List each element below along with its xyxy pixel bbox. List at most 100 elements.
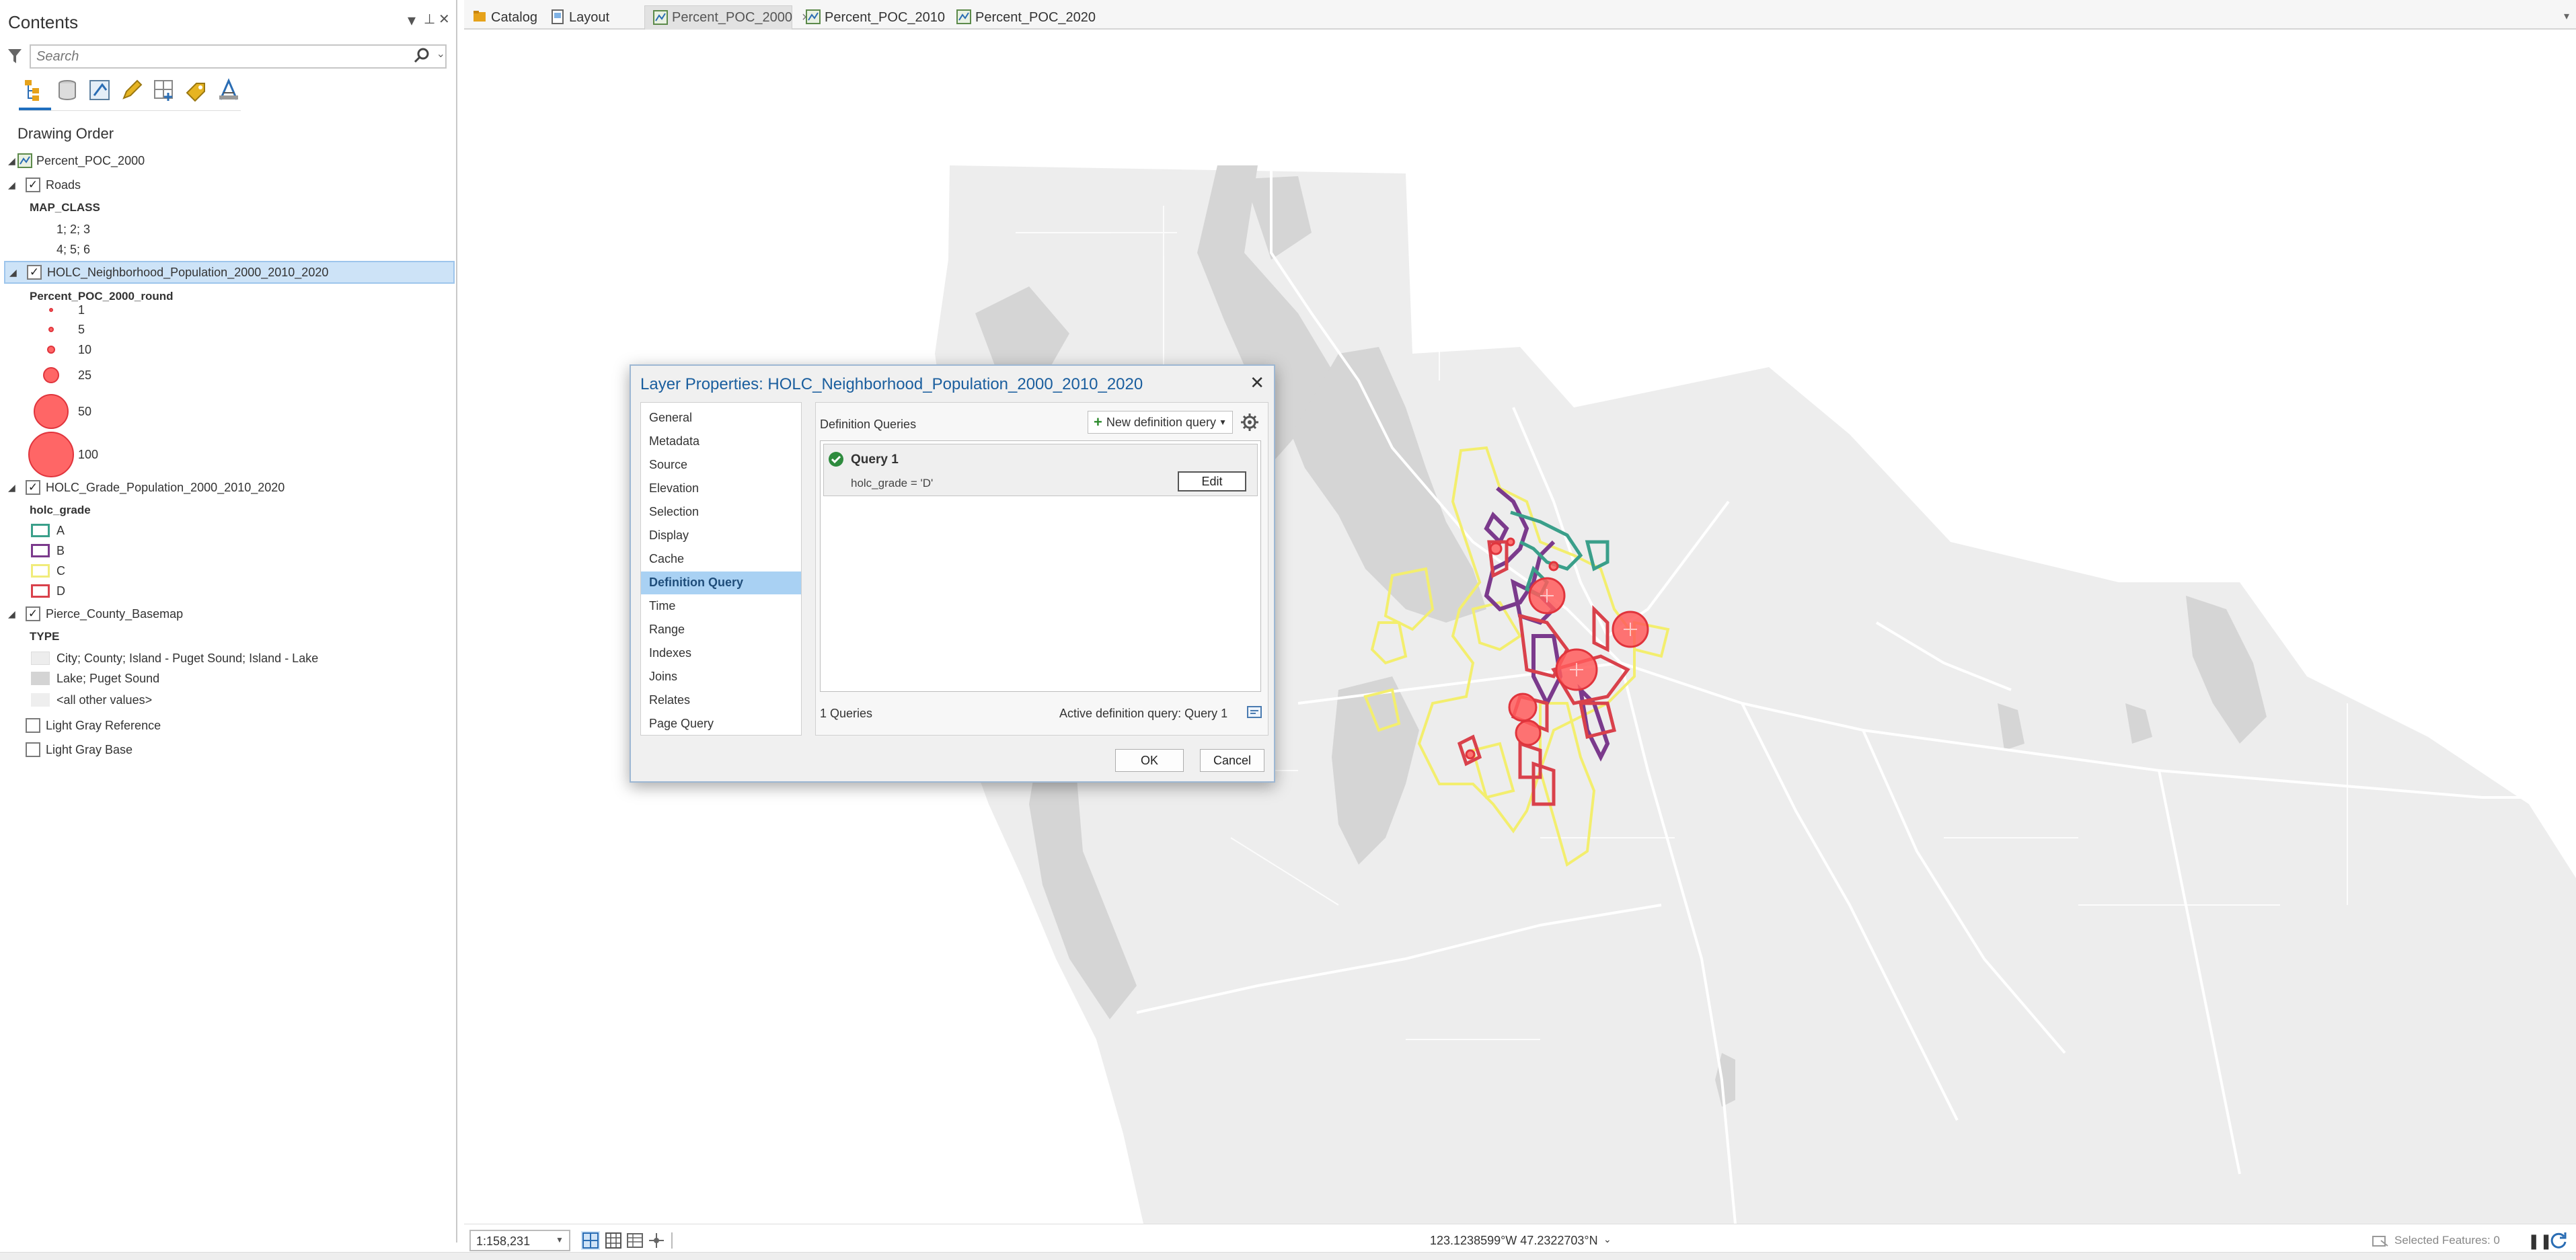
tab-percent-poc-2000[interactable]: Percent_POC_2000 × bbox=[644, 5, 810, 30]
tab-overflow-icon[interactable]: ▾ bbox=[2564, 9, 2569, 23]
coordinate-readout: 123.1238599°W 47.2322703°N bbox=[1430, 1234, 1598, 1247]
basemap-water-swatch bbox=[31, 672, 50, 685]
definition-query-panel: Definition Queries + New definition quer… bbox=[815, 402, 1268, 736]
list-by-snapping-icon[interactable] bbox=[149, 75, 179, 105]
layer-visibility-checkbox[interactable] bbox=[26, 742, 40, 757]
class-label: C bbox=[56, 563, 65, 578]
tab-percent-poc-2020[interactable]: Percent_POC_2020 bbox=[948, 5, 1096, 30]
nav-item-indexes[interactable]: Indexes bbox=[641, 642, 801, 665]
nav-item-source[interactable]: Source bbox=[641, 454, 801, 477]
query-expression: holc_grade = 'D' bbox=[851, 477, 934, 489]
navigate-icon[interactable] bbox=[647, 1231, 666, 1250]
class-label: D bbox=[56, 584, 65, 598]
refresh-icon[interactable] bbox=[2549, 1231, 2568, 1250]
poc-circle bbox=[1465, 749, 1476, 760]
collapse-icon[interactable]: ◢ bbox=[8, 482, 15, 494]
chevron-down-icon[interactable]: ▼ bbox=[556, 1235, 564, 1245]
close-icon[interactable]: ✕ bbox=[1250, 372, 1264, 393]
layer-visibility-checkbox[interactable]: ✓ bbox=[26, 606, 40, 621]
layer-visibility-checkbox[interactable]: ✓ bbox=[27, 265, 42, 280]
list-by-selection-icon[interactable] bbox=[85, 75, 114, 105]
nav-item-general[interactable]: General bbox=[641, 407, 801, 430]
new-definition-query-button[interactable]: + New definition query ▼ bbox=[1088, 411, 1233, 434]
chevron-down-icon[interactable]: ⌄ bbox=[1603, 1234, 1612, 1245]
layer-name: HOLC_Grade_Population_2000_2010_2020 bbox=[46, 480, 285, 494]
query-card[interactable]: Query 1 holc_grade = 'D' Edit bbox=[823, 444, 1258, 496]
sql-icon[interactable] bbox=[1246, 704, 1262, 720]
list-by-perspective-imagery-icon[interactable] bbox=[214, 75, 243, 105]
grid-icon[interactable] bbox=[604, 1231, 623, 1250]
nav-item-cache[interactable]: Cache bbox=[641, 548, 801, 571]
nav-item-page-query[interactable]: Page Query bbox=[641, 713, 801, 736]
legend-field-heading: holc_grade bbox=[0, 499, 456, 522]
legend-field-heading: Percent_POC_2000_round bbox=[0, 285, 456, 308]
layer-properties-dialog: Layer Properties: HOLC_Neighborhood_Popu… bbox=[630, 364, 1275, 783]
nav-item-time[interactable]: Time bbox=[641, 595, 801, 618]
collapse-icon[interactable]: ◢ bbox=[9, 267, 17, 278]
ok-button[interactable]: OK bbox=[1115, 749, 1184, 772]
search-icon[interactable] bbox=[413, 47, 430, 65]
legend-class-a: A bbox=[0, 519, 456, 542]
toolbar-divider bbox=[19, 110, 241, 111]
nav-item-display[interactable]: Display bbox=[641, 524, 801, 547]
list-by-drawing-order-icon[interactable] bbox=[20, 75, 50, 105]
nav-item-metadata[interactable]: Metadata bbox=[641, 430, 801, 453]
view-tab-bar: Catalog Layout Percent_POC_2000 × Percen… bbox=[464, 0, 2576, 30]
basemap-land-swatch bbox=[31, 652, 50, 665]
layer-light-gray-base[interactable]: Light Gray Base bbox=[0, 738, 456, 761]
search-options-icon[interactable]: ⌄ bbox=[437, 47, 445, 61]
cancel-button[interactable]: Cancel bbox=[1200, 749, 1264, 772]
nav-item-selection[interactable]: Selection bbox=[641, 501, 801, 524]
layer-roads[interactable]: ◢ ✓ Roads bbox=[0, 173, 456, 196]
legend-class: City; County; Island - Puget Sound; Isla… bbox=[0, 647, 456, 670]
legend-field-heading: TYPE bbox=[0, 625, 456, 648]
layer-holc-neighborhood[interactable]: ◢ ✓ HOLC_Neighborhood_Population_2000_20… bbox=[4, 261, 455, 284]
tab-label: Percent_POC_2010 bbox=[825, 9, 946, 25]
class-label: 4; 5; 6 bbox=[56, 242, 91, 256]
legend-class: Lake; Puget Sound bbox=[0, 667, 456, 690]
poc-circle-symbol bbox=[49, 308, 53, 312]
list-by-labeling-icon[interactable] bbox=[182, 75, 211, 105]
tab-label: Catalog bbox=[491, 9, 537, 25]
map-node[interactable]: ◢ Percent_POC_2000 bbox=[0, 149, 456, 172]
layer-name: Light Gray Base bbox=[46, 742, 133, 756]
map-view-icon[interactable] bbox=[581, 1231, 600, 1250]
list-by-source-icon[interactable] bbox=[52, 75, 82, 105]
auto-hide-icon[interactable]: ⊥ bbox=[424, 11, 435, 28]
basemap-other-swatch bbox=[31, 693, 50, 707]
poc-circle bbox=[1489, 542, 1503, 555]
chevron-down-icon[interactable]: ▼ bbox=[1219, 418, 1227, 427]
pane-options-icon[interactable]: ▾ bbox=[408, 11, 416, 30]
tab-layout[interactable]: Layout bbox=[542, 5, 616, 30]
selected-features-icon bbox=[2372, 1236, 2388, 1247]
layer-holc-grade[interactable]: ◢ ✓ HOLC_Grade_Population_2000_2010_2020 bbox=[0, 476, 456, 499]
nav-item-relates[interactable]: Relates bbox=[641, 689, 801, 712]
close-pane-icon[interactable]: ✕ bbox=[439, 11, 450, 28]
collapse-icon[interactable]: ◢ bbox=[8, 155, 15, 167]
selected-features-count[interactable]: Selected Features: 0 bbox=[2394, 1234, 2500, 1247]
layer-visibility-checkbox[interactable] bbox=[26, 718, 40, 733]
layer-visibility-checkbox[interactable]: ✓ bbox=[26, 480, 40, 495]
nav-item-range[interactable]: Range bbox=[641, 619, 801, 641]
collapse-icon[interactable]: ◢ bbox=[8, 180, 15, 191]
gear-icon[interactable] bbox=[1240, 412, 1260, 432]
collapse-icon[interactable]: ◢ bbox=[8, 608, 15, 620]
query-count: 1 Queries bbox=[820, 707, 873, 720]
filter-icon[interactable] bbox=[7, 47, 23, 66]
catalog-icon bbox=[473, 11, 486, 22]
layer-light-gray-reference[interactable]: Light Gray Reference bbox=[0, 714, 456, 737]
nav-item-elevation[interactable]: Elevation bbox=[641, 477, 801, 500]
layer-pierce-county-basemap[interactable]: ◢ ✓ Pierce_County_Basemap bbox=[0, 602, 456, 625]
search-input[interactable]: Search bbox=[30, 44, 447, 69]
tab-percent-poc-2010[interactable]: Percent_POC_2010 bbox=[798, 5, 945, 30]
nav-item-joins[interactable]: Joins bbox=[641, 666, 801, 688]
list-by-editing-icon[interactable] bbox=[117, 75, 147, 105]
table-icon[interactable] bbox=[626, 1231, 644, 1250]
legend-class: 1 bbox=[0, 303, 456, 317]
nav-item-definition-query[interactable]: Definition Query bbox=[641, 572, 801, 594]
poc-circle-symbol bbox=[28, 432, 74, 477]
layer-visibility-checkbox[interactable]: ✓ bbox=[26, 178, 40, 192]
tab-label: Percent_POC_2020 bbox=[975, 9, 1096, 25]
tab-catalog[interactable]: Catalog bbox=[464, 5, 538, 30]
edit-query-button[interactable]: Edit bbox=[1178, 471, 1246, 491]
